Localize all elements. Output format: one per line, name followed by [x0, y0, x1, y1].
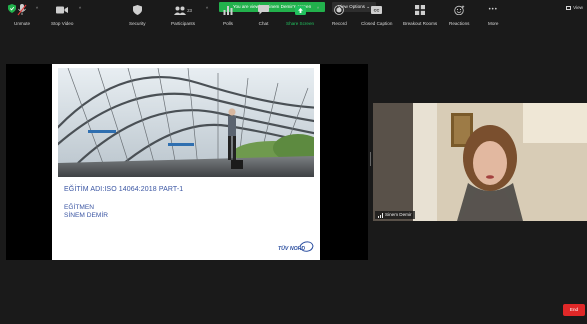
- closed-caption-icon: CC: [371, 6, 383, 14]
- record-label: Record: [332, 21, 347, 26]
- participant-video-tile[interactable]: Sinem Demir: [373, 103, 587, 221]
- share-options-caret[interactable]: ^: [317, 6, 319, 11]
- closed-caption-label: Closed Caption: [361, 21, 393, 26]
- slide-instructor-label: EĞİTMEN: [64, 204, 95, 211]
- share-screen-icon: [294, 5, 306, 15]
- more-dots-icon: •••: [488, 7, 498, 13]
- reactions-button[interactable]: Reactions: [449, 4, 469, 27]
- share-screen-button[interactable]: Share Screen: [286, 4, 314, 27]
- participant-name-tag: Sinem Demir: [375, 211, 415, 219]
- reactions-label: Reactions: [449, 21, 470, 26]
- stop-video-button[interactable]: Stop Video: [51, 4, 73, 27]
- more-button[interactable]: ••• More: [488, 4, 498, 27]
- view-label: View: [573, 5, 583, 10]
- breakout-rooms-icon: [415, 5, 426, 15]
- tuv-nord-logo: TÜV NORD: [278, 241, 314, 252]
- microphone-muted-icon: [17, 4, 27, 16]
- security-button[interactable]: Security: [129, 4, 146, 27]
- shield-icon: [132, 5, 142, 15]
- signal-strength-icon: [378, 212, 383, 218]
- polls-label: Polls: [223, 21, 233, 26]
- breakout-rooms-label: Breakout Rooms: [403, 21, 438, 26]
- polls-chart-icon: [223, 6, 233, 15]
- meeting-toolbar: [0, 295, 587, 324]
- closed-caption-button[interactable]: CC Closed Caption: [361, 4, 392, 27]
- presentation-slide: EĞİTİM ADI:ISO 14064:2018 PART-1 EĞİTMEN…: [52, 64, 320, 260]
- participants-options-caret[interactable]: ^: [206, 6, 208, 11]
- grid-view-icon: [566, 5, 572, 10]
- tuv-nord-logo-text: TÜV NORD: [278, 245, 305, 252]
- closed-caption-icon-text: CC: [374, 8, 380, 13]
- participant-video-feed: [373, 103, 587, 221]
- stop-video-label: Stop Video: [51, 21, 74, 26]
- chat-label: Chat: [258, 21, 269, 26]
- slide-instructor-name: SİNEM DEMİR: [64, 212, 108, 219]
- participants-label: Participants: [171, 21, 196, 26]
- participants-button[interactable]: 23 Participants: [171, 4, 195, 27]
- breakout-rooms-button[interactable]: Breakout Rooms: [403, 4, 437, 27]
- unmute-button[interactable]: Unmute: [14, 4, 30, 27]
- more-label: More: [488, 21, 499, 26]
- audio-options-caret[interactable]: ^: [36, 6, 38, 11]
- reactions-smiley-icon: [454, 5, 464, 15]
- view-button[interactable]: View: [566, 3, 583, 12]
- participant-count: 23: [187, 7, 192, 13]
- polls-button[interactable]: Polls: [223, 4, 233, 27]
- security-label: Security: [129, 21, 146, 26]
- slide-photo: [58, 68, 314, 177]
- share-screen-label: Share Screen: [286, 21, 315, 26]
- participants-icon: [174, 6, 187, 15]
- split-view-divider[interactable]: [369, 152, 372, 166]
- record-icon: [334, 5, 345, 15]
- end-meeting-button[interactable]: End: [563, 304, 585, 316]
- participant-name: Sinem Demir: [385, 212, 412, 217]
- video-camera-icon: [56, 6, 69, 14]
- chat-button[interactable]: Chat: [258, 4, 269, 27]
- slide-title: EĞİTİM ADI:ISO 14064:2018 PART-1: [64, 186, 184, 193]
- unmute-label: Unmute: [14, 21, 31, 26]
- record-button[interactable]: Record: [332, 4, 347, 27]
- video-options-caret[interactable]: ^: [79, 6, 81, 11]
- chat-bubble-icon: [258, 5, 269, 15]
